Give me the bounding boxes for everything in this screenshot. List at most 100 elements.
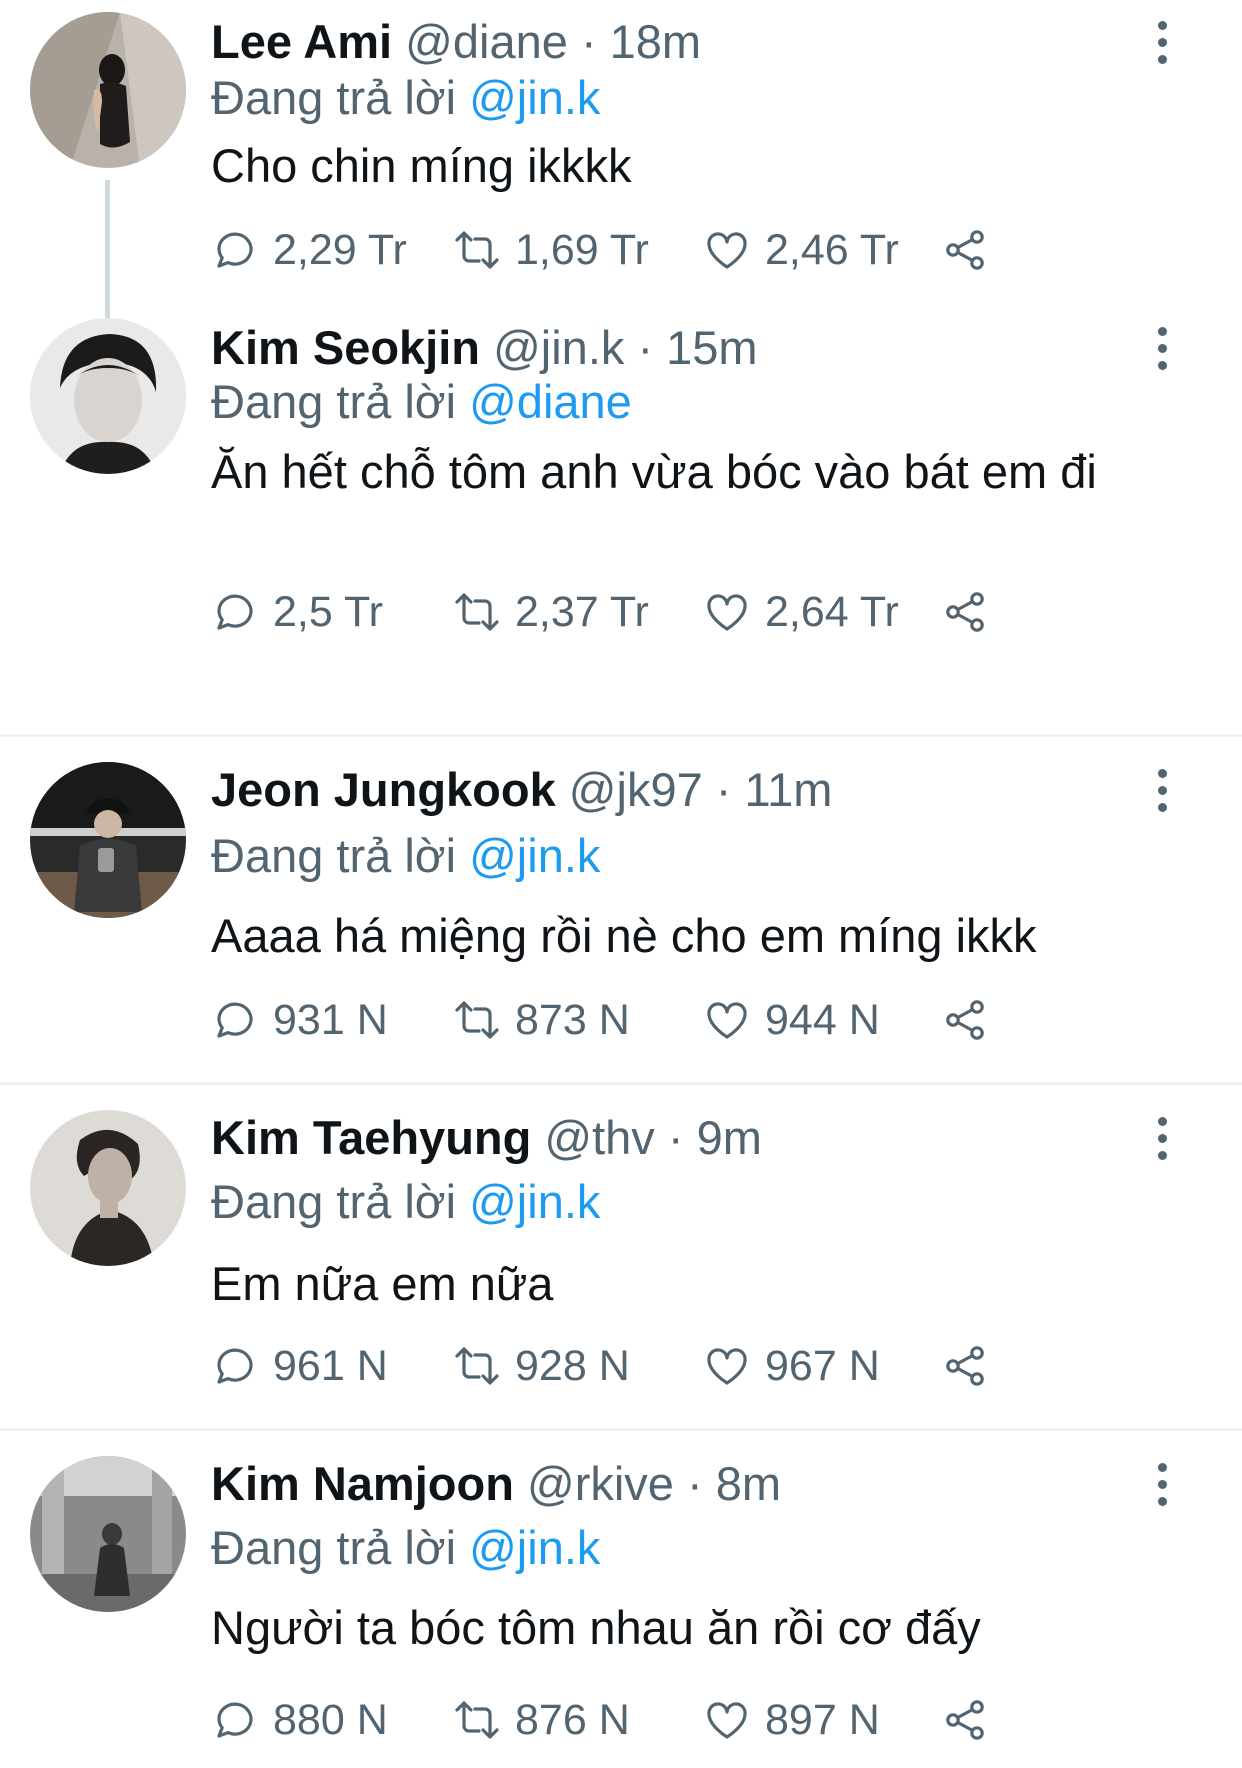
reply-button[interactable]: 961 N [211,1336,388,1396]
heart-icon [707,1702,747,1739]
tweet-text: Cho chin míng ikkkk [211,139,632,192]
avatar[interactable] [30,318,186,474]
share-icon [946,230,984,270]
reply-count: 2,29 Tr [273,225,407,274]
share-button[interactable] [941,990,1003,1050]
like-button[interactable]: 2,46 Tr [703,220,899,280]
like-count: 2,46 Tr [765,225,899,274]
handle[interactable]: @rkive [527,1457,674,1510]
share-button[interactable] [941,582,1003,642]
reply-mention[interactable]: @jin.k [469,1175,600,1228]
divider [0,734,1242,737]
timestamp[interactable]: 18m [610,15,701,68]
handle[interactable]: @jk97 [569,763,703,816]
timestamp[interactable]: 9m [697,1111,762,1164]
retweet-count: 2,37 Tr [515,587,649,636]
more-vertical-icon[interactable] [1150,1454,1174,1514]
more-vertical-icon[interactable] [1150,760,1174,820]
share-icon [946,1346,984,1386]
reply-mention[interactable]: @jin.k [469,71,600,124]
reply-count: 931 N [273,995,388,1044]
display-name[interactable]: Kim Taehyung [211,1111,531,1164]
divider [0,1428,1242,1431]
retweet-icon [455,593,499,631]
separator: · [687,1457,703,1510]
reply-count: 961 N [273,1341,388,1390]
separator: · [580,15,597,68]
tweet-header: Lee Ami @diane · 18m [211,12,701,72]
retweet-button[interactable]: 1,69 Tr [453,220,649,280]
reply-button[interactable]: 2,5 Tr [211,582,383,642]
tweet-text: Em nữa em nữa [211,1257,554,1310]
like-button[interactable]: 944 N [703,990,880,1050]
retweet-count: 876 N [515,1695,630,1744]
divider [0,1082,1242,1085]
heart-icon [707,1002,747,1039]
reply-icon [217,594,253,630]
separator: · [715,763,732,816]
heart-icon [707,1348,747,1385]
display-name[interactable]: Jeon Jungkook [211,763,556,816]
reply-prefix: Đang trả lời [211,375,457,428]
reply-button[interactable]: 2,29 Tr [211,220,407,280]
reply-context: Đang trả lời @jin.k [211,1172,600,1232]
handle[interactable]: @jin.k [493,321,624,374]
reply-count: 880 N [273,1695,388,1744]
retweet-button[interactable]: 873 N [453,990,630,1050]
reply-prefix: Đang trả lời [211,1521,457,1574]
retweet-icon [455,1701,499,1739]
retweet-button[interactable]: 2,37 Tr [453,582,649,642]
share-button[interactable] [941,1336,1003,1396]
timestamp[interactable]: 15m [666,321,757,374]
like-count: 944 N [765,995,880,1044]
avatar[interactable] [30,1456,186,1612]
display-name[interactable]: Lee Ami [211,15,392,68]
reply-count: 2,5 Tr [273,587,383,636]
display-name[interactable]: Kim Seokjin [211,321,480,374]
reply-mention[interactable]: @diane [469,375,632,428]
more-vertical-icon[interactable] [1150,318,1174,378]
timestamp[interactable]: 8m [716,1457,781,1510]
tweet-header: Kim Taehyung @thv · 9m [211,1108,762,1168]
reply-context: Đang trả lời @jin.k [211,1518,600,1578]
like-button[interactable]: 2,64 Tr [703,582,899,642]
reply-button[interactable]: 931 N [211,990,388,1050]
avatar[interactable] [30,1110,186,1266]
display-name[interactable]: Kim Namjoon [211,1457,514,1510]
tweet-text: Aaaa há miệng rồi nè cho em míng ikkk [211,909,1037,962]
reply-context: Đang trả lời @diane [211,372,632,432]
share-icon [946,1000,984,1040]
retweet-button[interactable]: 928 N [453,1336,630,1396]
reply-mention[interactable]: @jin.k [469,1521,600,1574]
retweet-count: 873 N [515,995,630,1044]
share-button[interactable] [941,220,1003,280]
retweet-icon [455,1347,499,1385]
reply-icon [217,1702,253,1738]
avatar[interactable] [30,12,186,168]
handle[interactable]: @diane [405,15,568,68]
retweet-icon [455,231,499,269]
retweet-count: 928 N [515,1341,630,1390]
more-vertical-icon[interactable] [1150,1108,1174,1168]
handle[interactable]: @thv [544,1111,654,1164]
retweet-count: 1,69 Tr [515,225,649,274]
retweet-button[interactable]: 876 N [453,1690,630,1750]
timestamp[interactable]: 11m [745,763,833,816]
tweet-text: Ăn hết chỗ tôm anh vừa bóc vào bát em đi [211,445,1097,498]
reply-prefix: Đang trả lời [211,1175,457,1228]
more-vertical-icon[interactable] [1150,12,1174,72]
like-button[interactable]: 967 N [703,1336,880,1396]
like-button[interactable]: 897 N [703,1690,880,1750]
reply-context: Đang trả lời @jin.k [211,68,600,128]
share-button[interactable] [941,1690,1003,1750]
heart-icon [707,232,747,269]
reply-icon [217,1002,253,1038]
reply-mention[interactable]: @jin.k [469,829,600,882]
reply-button[interactable]: 880 N [211,1690,388,1750]
share-icon [946,1700,984,1740]
avatar[interactable] [30,762,186,918]
tweet-header: Jeon Jungkook @jk97 · 11m [211,760,832,820]
like-count: 897 N [765,1695,880,1744]
reply-icon [217,232,253,268]
retweet-icon [455,1001,499,1039]
